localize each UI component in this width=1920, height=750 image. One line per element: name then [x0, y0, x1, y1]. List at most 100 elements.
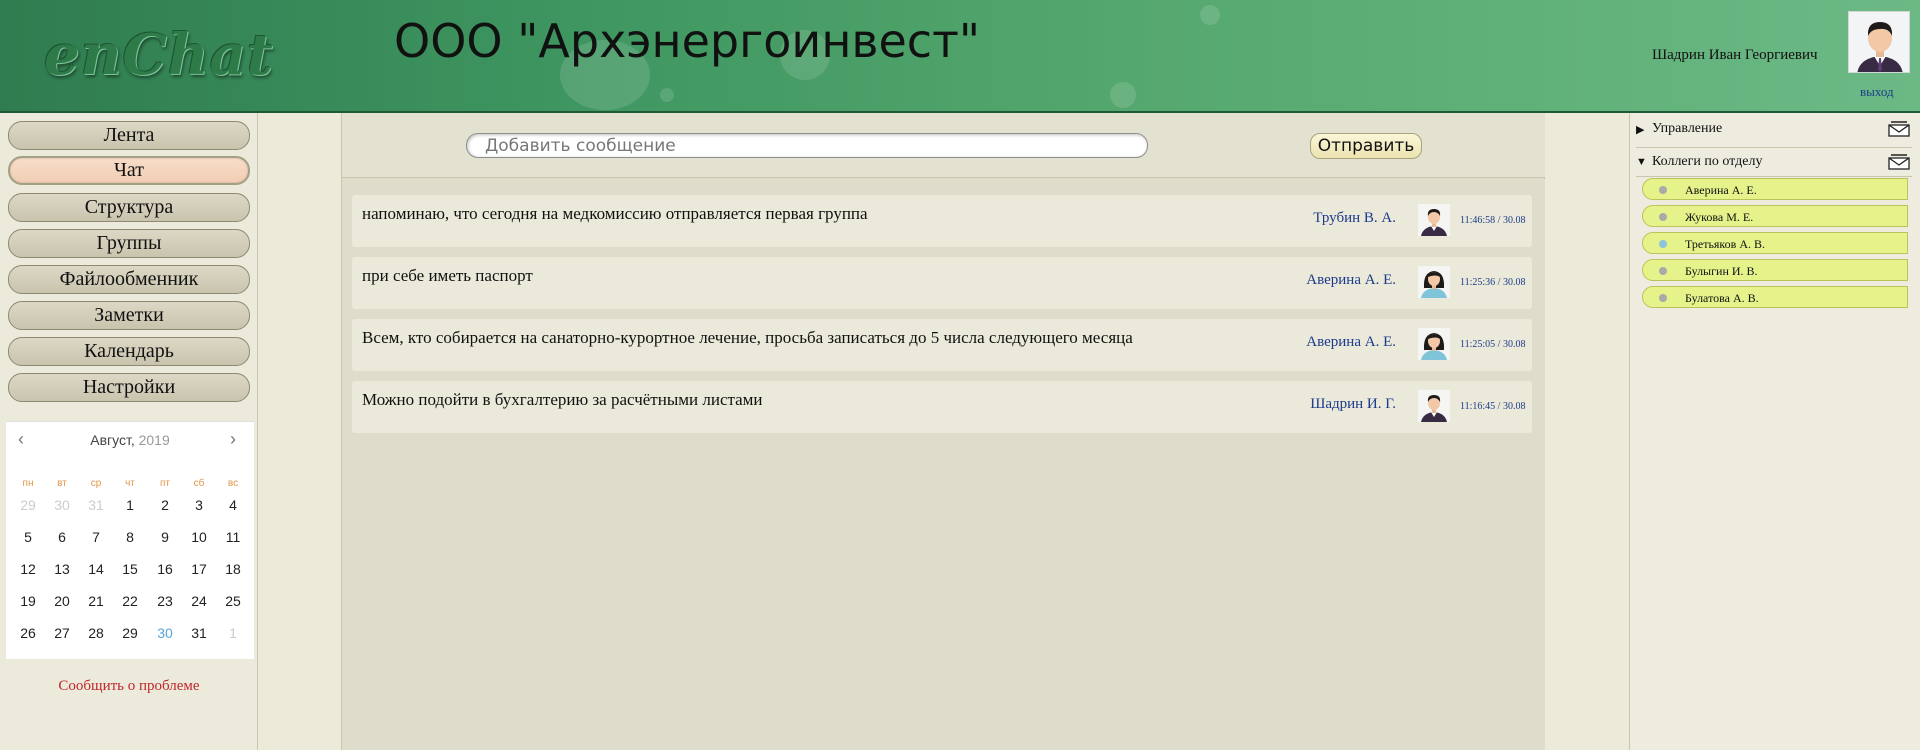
calendar-day[interactable]: 5 — [11, 529, 45, 545]
management-label: Управление — [1652, 121, 1723, 136]
chevron-right-icon[interactable]: › — [230, 429, 236, 450]
calendar-day[interactable]: 19 — [11, 593, 45, 609]
colleague-name: Жукова М. Е. — [1685, 210, 1754, 224]
calendar-day[interactable]: 10 — [182, 529, 216, 545]
message-input[interactable] — [466, 133, 1148, 158]
calendar-day[interactable]: 28 — [79, 625, 113, 641]
report-problem-link[interactable]: Сообщить о проблеме — [0, 678, 258, 695]
calendar-day[interactable]: 26 — [11, 625, 45, 641]
calendar-day[interactable]: 15 — [113, 561, 147, 577]
calendar-day[interactable]: 31 — [182, 625, 216, 641]
calendar-day[interactable]: 1 — [113, 497, 147, 513]
calendar-day[interactable]: 12 — [11, 561, 45, 577]
calendar-day[interactable]: 31 — [79, 497, 113, 513]
message-composer: Отправить — [342, 113, 1545, 178]
colleague-item[interactable]: Аверина А. Е. — [1642, 178, 1908, 200]
calendar-day[interactable]: 16 — [148, 561, 182, 577]
message-time: 11:46:58 / 30.08 — [1460, 215, 1526, 226]
colleague-name: Булыгин И. В. — [1685, 264, 1758, 278]
left-sidebar: Лента Чат Структура Группы Файлообменник… — [0, 113, 258, 750]
colleague-name: Аверина А. Е. — [1685, 183, 1757, 197]
status-offline-icon — [1659, 186, 1667, 194]
triangle-down-icon: ▼ — [1636, 156, 1647, 168]
message-author[interactable]: Аверина А. Е. — [1306, 334, 1396, 351]
send-button[interactable]: Отправить — [1310, 133, 1422, 159]
calendar-day[interactable]: 6 — [45, 529, 79, 545]
calendar-day[interactable]: 4 — [216, 497, 250, 513]
colleagues-section-header[interactable]: ▼ Коллеги по отделу — [1636, 150, 1912, 176]
calendar-day[interactable]: 27 — [45, 625, 79, 641]
calendar-day[interactable]: 14 — [79, 561, 113, 577]
calendar-weekday: вт — [57, 478, 67, 489]
calendar-month-year: Август, 2019 — [6, 432, 254, 448]
nav-calendar[interactable]: Календарь — [8, 337, 250, 366]
nav-groups[interactable]: Группы — [8, 229, 250, 258]
calendar-weekday: пт — [160, 478, 170, 489]
message-text: при себе иметь паспорт — [362, 266, 533, 285]
calendar-day[interactable]: 7 — [79, 529, 113, 545]
calendar-day[interactable]: 23 — [148, 593, 182, 609]
calendar-day[interactable]: 18 — [216, 561, 250, 577]
user-avatar-icon[interactable] — [1848, 11, 1910, 73]
calendar-day[interactable]: 25 — [216, 593, 250, 609]
calendar-day[interactable]: 20 — [45, 593, 79, 609]
calendar-day[interactable]: 2 — [148, 497, 182, 513]
status-offline-icon — [1659, 213, 1667, 221]
calendar-day[interactable]: 29 — [11, 497, 45, 513]
calendar-month: Август, — [90, 432, 135, 448]
mail-icon[interactable] — [1888, 154, 1910, 170]
calendar-day[interactable]: 30 — [148, 625, 182, 641]
calendar-day[interactable]: 3 — [182, 497, 216, 513]
message-time: 11:25:36 / 30.08 — [1460, 277, 1526, 288]
nav-structure[interactable]: Структура — [8, 193, 250, 222]
status-offline-icon — [1659, 294, 1667, 302]
section-divider — [1636, 176, 1912, 177]
colleague-item[interactable]: Булатова А. В. — [1642, 286, 1908, 308]
calendar-day[interactable]: 8 — [113, 529, 147, 545]
calendar-day[interactable]: 29 — [113, 625, 147, 641]
message-author[interactable]: Аверина А. Е. — [1306, 272, 1396, 289]
calendar-day[interactable]: 11 — [216, 529, 250, 545]
author-avatar-icon — [1418, 328, 1450, 360]
mail-icon[interactable] — [1888, 121, 1910, 137]
message-author[interactable]: Шадрин И. Г. — [1310, 396, 1396, 413]
calendar-day[interactable]: 30 — [45, 497, 79, 513]
triangle-right-icon: ▶ — [1636, 124, 1645, 136]
mini-calendar: ‹ Август, 2019 › пн вт ср чт пт сб вс 29 30 31 1 2 3… — [6, 421, 254, 659]
colleague-item[interactable]: Булыгин И. В. — [1642, 259, 1908, 281]
nav-settings[interactable]: Настройки — [8, 373, 250, 402]
nav-file-sharing[interactable]: Файлообменник — [8, 265, 250, 294]
section-divider — [1636, 147, 1912, 148]
colleague-name: Булатова А. В. — [1685, 291, 1759, 305]
calendar-day[interactable]: 17 — [182, 561, 216, 577]
colleague-item[interactable]: Жукова М. Е. — [1642, 205, 1908, 227]
logout-link[interactable]: выход — [1860, 84, 1894, 100]
message-item: Можно подойти в бухгалтерию за расчётным… — [352, 381, 1532, 433]
message-item: Всем, кто собирается на санаторно-курорт… — [352, 319, 1532, 371]
calendar-day[interactable]: 1 — [216, 625, 250, 641]
nav-chat[interactable]: Чат — [8, 156, 250, 185]
message-text: Всем, кто собирается на санаторно-курорт… — [362, 328, 1133, 347]
message-author[interactable]: Трубин В. А. — [1313, 210, 1396, 227]
message-item: напоминаю, что сегодня на медкомиссию от… — [352, 195, 1532, 247]
message-time: 11:25:05 / 30.08 — [1460, 339, 1526, 350]
nav-feed[interactable]: Лента — [8, 121, 250, 150]
status-offline-icon — [1659, 267, 1667, 275]
left-gutter — [258, 113, 342, 750]
calendar-weekday: вс — [227, 478, 239, 489]
calendar-day[interactable]: 13 — [45, 561, 79, 577]
management-section-header[interactable]: ▶ Управление — [1636, 117, 1912, 143]
colleague-item[interactable]: Третьяков А. В. — [1642, 232, 1908, 254]
calendar-day[interactable]: 9 — [148, 529, 182, 545]
calendar-year: 2019 — [138, 432, 170, 448]
app-header: enChat ООО "Архэнергоинвест" Шадрин Иван… — [0, 0, 1920, 113]
current-user-name: Шадрин Иван Георгиевич — [1652, 47, 1818, 63]
nav-notes[interactable]: Заметки — [8, 301, 250, 330]
calendar-day[interactable]: 24 — [182, 593, 216, 609]
calendar-header: ‹ Август, 2019 › — [6, 422, 254, 458]
message-text: напоминаю, что сегодня на медкомиссию от… — [362, 204, 868, 223]
calendar-day[interactable]: 22 — [113, 593, 147, 609]
calendar-day[interactable]: 21 — [79, 593, 113, 609]
colleagues-label: Коллеги по отделу — [1652, 154, 1763, 169]
org-title: ООО "Архэнергоинвест" — [394, 14, 981, 68]
